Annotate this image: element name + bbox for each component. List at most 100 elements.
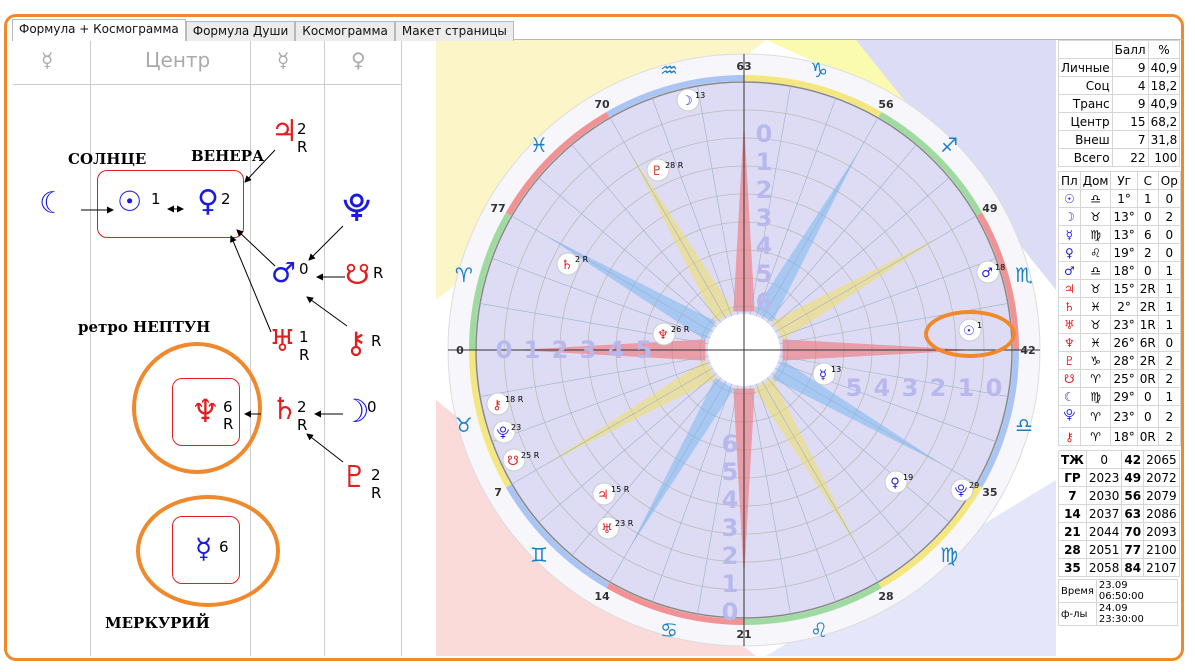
chiron-retro: R — [371, 332, 382, 350]
scale-number: 1 — [524, 336, 541, 364]
planet-row: ☾ ♍ 29° 0 1 — [1058, 387, 1181, 406]
planet-glyph-icon: ♇ — [1058, 351, 1081, 370]
planet-row: ♄ ♓ 2° 2R 1 — [1058, 297, 1181, 316]
score-cell: 7 — [1111, 130, 1149, 149]
cycle-row: 28 2051 77 2100 — [1058, 540, 1180, 559]
planet-degree: 19 — [903, 473, 913, 482]
formula-panel: ☿ Центр ☿ ♀ СОЛНЦЕ ВЕНЕРА ретро НЕПТУН М… — [13, 40, 402, 656]
planet-degree: 28 R — [665, 161, 684, 170]
tab-page-layout[interactable]: Макет страницы — [394, 21, 514, 41]
score-cell: 9 — [1111, 58, 1149, 77]
planet-cell: ♓ — [1079, 333, 1112, 352]
planet-degree: 23 R — [615, 519, 634, 528]
planet-header-cell: Пл — [1058, 171, 1081, 190]
scale-number: 3 — [902, 374, 919, 402]
planet-cell: ♎ — [1079, 261, 1112, 280]
chiron-icon: ⚷ — [345, 326, 367, 361]
zodiac-sign-icon: ♈ — [455, 263, 473, 287]
planet-cell: 0 — [1157, 225, 1181, 244]
scale-number: 5 — [722, 458, 739, 486]
planet-degree: 18 — [995, 263, 1005, 272]
zodiac-sign-icon: ♑ — [810, 58, 828, 82]
score-row: Всего 22 100 — [1058, 148, 1181, 167]
planet-cell: ♉ — [1079, 279, 1112, 298]
planet-cell: 29° — [1110, 387, 1138, 406]
mercury-count: 6 — [219, 538, 229, 556]
planet-cell: 25° — [1110, 369, 1138, 388]
planet-cell: 0R — [1136, 369, 1159, 388]
planet-cell: 6 — [1136, 225, 1159, 244]
zodiac-sign-icon: ♊ — [530, 543, 548, 567]
cycle-cell: 42 — [1121, 450, 1145, 469]
cycle-cell: 2030 — [1085, 486, 1123, 505]
planet-header-cell: Дом — [1079, 171, 1112, 190]
planet-icon: ♂ — [981, 266, 993, 281]
scale-number: 0 — [986, 374, 1003, 402]
cycle-cell: 2051 — [1085, 540, 1123, 559]
planet-cell: ♍ — [1079, 225, 1112, 244]
planet-icon: ☿ — [819, 368, 827, 383]
planet-cell: ♓ — [1079, 297, 1112, 316]
planet-glyph-icon: ♃ — [1058, 279, 1081, 298]
neptune-retro: R — [223, 415, 234, 433]
score-cell: Соц — [1058, 76, 1113, 95]
planet-cell: 18° — [1110, 261, 1138, 280]
scale-number: 3 — [580, 336, 597, 364]
uranus-icon: ♅ — [269, 324, 296, 359]
scale-number: 2 — [756, 176, 773, 204]
planet-cell: 13° — [1110, 225, 1138, 244]
planet-degree: 25 R — [521, 451, 540, 460]
scale-number: 3 — [722, 514, 739, 542]
planet-glyph-icon: ☿ — [1058, 225, 1081, 244]
neptune-count: 6 — [223, 398, 233, 416]
planet-degree: 2 R — [575, 255, 589, 264]
planet-cell: 0 — [1157, 189, 1181, 208]
cycle-cell: 2044 — [1085, 522, 1123, 541]
score-cell: Внеш — [1058, 130, 1113, 149]
zodiac-sign-icon: ♌ — [810, 618, 828, 642]
zodiac-sign-icon: ♏ — [1015, 263, 1033, 287]
planet-glyph-icon: ☋ — [1058, 369, 1081, 388]
planet-cell: ♉ — [1079, 315, 1112, 334]
age-tick-label: 28 — [878, 590, 893, 603]
pluto-icon: ♇ — [341, 460, 368, 495]
planet-row: ⯓ ♈ 23° 0 2 — [1058, 405, 1181, 428]
age-tick-label: 70 — [594, 98, 610, 111]
scale-number: 6 — [756, 288, 773, 316]
planet-cell: 1 — [1157, 261, 1181, 280]
scale-number: 1 — [722, 570, 739, 598]
planet-cell: 2 — [1157, 369, 1181, 388]
planet-glyph-icon: ♅ — [1058, 315, 1081, 334]
scale-number: 2 — [930, 374, 947, 402]
time-table: Время 23.09 06:50:00 ф-лы 24.09 23:30:00 — [1058, 579, 1179, 626]
tab-cosmogram[interactable]: Космограмма — [295, 21, 395, 41]
jupiter-retro: R — [297, 138, 308, 156]
planet-degree: 23 — [511, 423, 521, 432]
zodiac-sign-icon: ♉ — [455, 413, 473, 437]
stats-panel: Балл% Личные 9 40,9 Соц 4 18,2 Транс 9 40,9 Центр 1… — [1058, 40, 1181, 656]
formula-time-label: ф-лы — [1058, 602, 1097, 626]
planet-row: ☿ ♍ 13° 6 0 — [1058, 225, 1181, 244]
planet-cell: 15° — [1110, 279, 1138, 298]
planet-cell: 1 — [1136, 189, 1159, 208]
cycle-cell: 7 — [1058, 486, 1087, 505]
score-cell: Центр — [1058, 112, 1113, 131]
moon-count: 0 — [367, 398, 377, 416]
zodiac-sign-icon: ♓ — [530, 133, 548, 157]
planet-cell: 0 — [1157, 333, 1181, 352]
planet-degree: 13 — [831, 365, 841, 374]
planet-cell: 2° — [1110, 297, 1138, 316]
scale-number: 0 — [496, 336, 513, 364]
planet-cell: 19° — [1110, 243, 1138, 262]
planet-row: ☉ ♎ 1° 1 0 — [1058, 189, 1181, 208]
cycle-cell: 77 — [1121, 540, 1145, 559]
planet-cell: 0 — [1136, 261, 1159, 280]
tab-soul-formula[interactable]: Формула Души — [185, 21, 296, 41]
tab-formula-cosmogram[interactable]: Формула + Космограмма — [12, 19, 186, 41]
cycle-cell: 2037 — [1085, 504, 1123, 523]
saturn-icon: ♄ — [271, 392, 298, 427]
age-tick-label: 63 — [736, 60, 751, 73]
mars-count: 0 — [299, 260, 309, 278]
planet-icon: ♄ — [561, 258, 573, 273]
planet-degree: 29 — [969, 481, 979, 490]
